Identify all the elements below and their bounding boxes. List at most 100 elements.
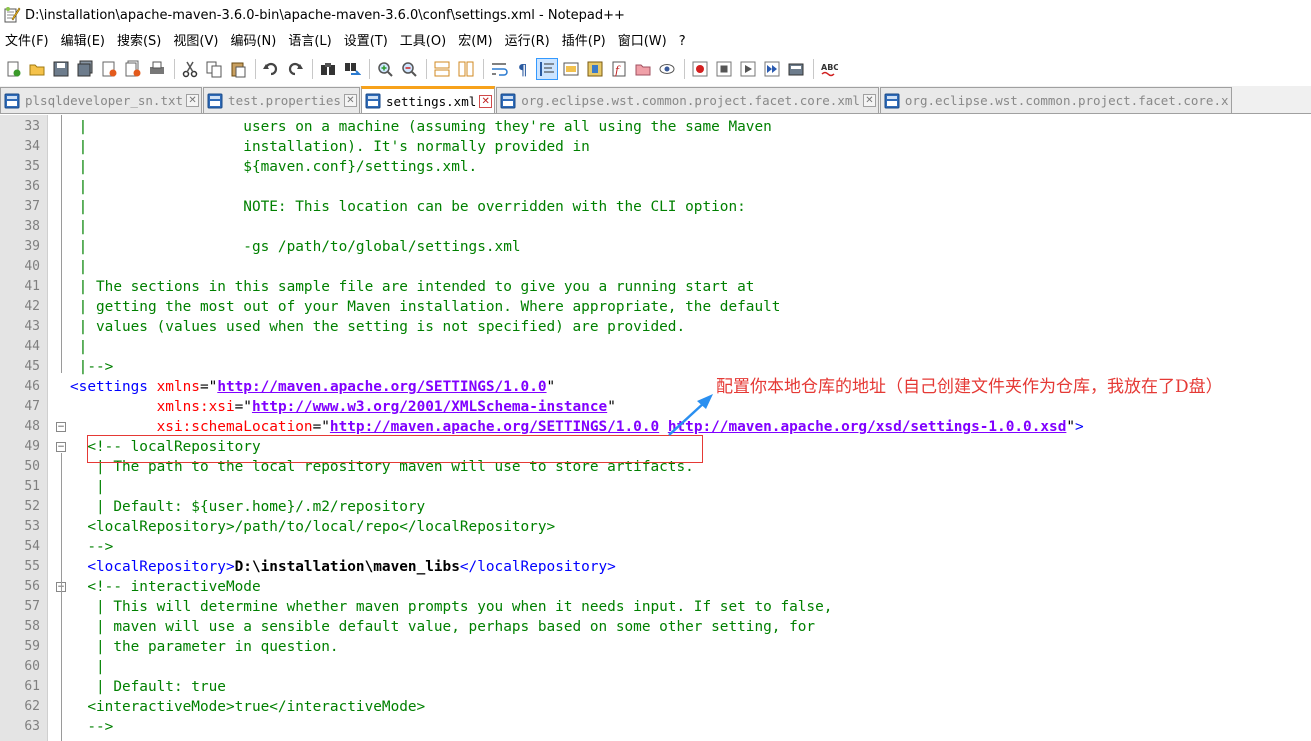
code-line[interactable]: 48− xsi:schemaLocation="http://maven.apa… xyxy=(0,417,1311,437)
indent-guide-icon[interactable] xyxy=(536,58,558,80)
menu-item-6[interactable]: 设置(T) xyxy=(339,30,395,54)
menu-item-4[interactable]: 编码(N) xyxy=(225,30,283,54)
code-token: <!-- interactiveMode xyxy=(70,579,261,595)
doc-map-icon[interactable] xyxy=(584,58,606,80)
spell-check-icon[interactable]: ABC xyxy=(818,58,840,80)
code-line[interactable]: 38 | xyxy=(0,217,1311,237)
menu-item-11[interactable]: 窗口(W) xyxy=(613,30,674,54)
line-number: 53 xyxy=(24,519,40,534)
code-line[interactable]: 62 <interactiveMode>true</interactiveMod… xyxy=(0,697,1311,717)
code-text: |--> xyxy=(70,357,114,377)
code-line[interactable]: 52 | Default: ${user.home}/.m2/repositor… xyxy=(0,497,1311,517)
save-icon[interactable] xyxy=(50,58,72,80)
code-line[interactable]: 58 | maven will use a sensible default v… xyxy=(0,617,1311,637)
record-macro-icon[interactable] xyxy=(689,58,711,80)
monitoring-icon[interactable] xyxy=(656,58,678,80)
code-line[interactable]: 34 | installation). It's normally provid… xyxy=(0,137,1311,157)
code-line[interactable]: 40 | xyxy=(0,257,1311,277)
code-line[interactable]: 47 xmlns:xsi="http://www.w3.org/2001/XML… xyxy=(0,397,1311,417)
code-line[interactable]: 56− <!-- interactiveMode xyxy=(0,577,1311,597)
line-number: 57 xyxy=(24,599,40,614)
save-macro-icon[interactable] xyxy=(785,58,807,80)
menu-item-1[interactable]: 编辑(E) xyxy=(56,30,112,54)
find-icon[interactable] xyxy=(317,58,339,80)
tab-2[interactable]: settings.xml ✕ xyxy=(360,86,496,113)
replace-icon[interactable] xyxy=(341,58,363,80)
folder-workspace-icon[interactable] xyxy=(632,58,654,80)
tab-0[interactable]: plsqldeveloper_sn.txt ✕ xyxy=(0,87,203,113)
menu-item-2[interactable]: 搜索(S) xyxy=(112,30,168,54)
code-line[interactable]: 43 | values (values used when the settin… xyxy=(0,317,1311,337)
annotation-arrow-icon xyxy=(668,394,713,436)
close-icon[interactable]: ✕ xyxy=(343,94,357,107)
code-line[interactable]: 37 | NOTE: This location can be overridd… xyxy=(0,197,1311,217)
code-line[interactable]: 63 --> xyxy=(0,717,1311,737)
sync-vertical-icon[interactable] xyxy=(431,58,453,80)
print-icon[interactable] xyxy=(146,58,168,80)
code-line[interactable]: 53 <localRepository>/path/to/local/repo<… xyxy=(0,517,1311,537)
code-token: <interactiveMode>true</interactiveMode> xyxy=(70,699,426,715)
editor[interactable]: 33 | users on a machine (assuming they'r… xyxy=(0,115,1311,741)
redo-icon[interactable] xyxy=(284,58,306,80)
show-all-chars-icon[interactable]: ¶ xyxy=(512,58,534,80)
new-file-icon[interactable] xyxy=(2,58,24,80)
close-icon[interactable]: ✕ xyxy=(479,94,493,108)
function-list-icon[interactable]: f xyxy=(608,58,630,80)
menu-item-10[interactable]: 插件(P) xyxy=(557,30,613,54)
paste-icon[interactable] xyxy=(227,58,249,80)
menu-item-3[interactable]: 视图(V) xyxy=(168,30,225,54)
code-line[interactable]: 54 --> xyxy=(0,537,1311,557)
code-line[interactable]: 33 | users on a machine (assuming they'r… xyxy=(0,117,1311,137)
close-icon[interactable]: ✕ xyxy=(186,94,200,107)
menu-item-7[interactable]: 工具(O) xyxy=(395,30,453,54)
save-all-icon[interactable] xyxy=(74,58,96,80)
line-number: 60 xyxy=(24,659,40,674)
tab-4[interactable]: org.eclipse.wst.common.project.facet.cor… xyxy=(879,87,1232,113)
menu-item-5[interactable]: 语言(L) xyxy=(283,30,338,54)
tab-label: org.eclipse.wst.common.project.facet.cor… xyxy=(904,93,1229,108)
sync-horizontal-icon[interactable] xyxy=(455,58,477,80)
close-icon[interactable]: ✕ xyxy=(862,94,876,107)
code-text: xmlns:xsi="http://www.w3.org/2001/XMLSch… xyxy=(70,397,616,417)
code-line[interactable]: 55 <localRepository>D:\installation\mave… xyxy=(0,557,1311,577)
code-token: | -gs /path/to/global/settings.xml xyxy=(70,239,521,255)
line-number: 61 xyxy=(24,679,40,694)
play-macro-icon[interactable] xyxy=(737,58,759,80)
open-file-icon[interactable] xyxy=(26,58,48,80)
line-number: 51 xyxy=(24,479,40,494)
close-icon[interactable] xyxy=(98,58,120,80)
copy-icon[interactable] xyxy=(203,58,225,80)
code-line[interactable]: 42 | getting the most out of your Maven … xyxy=(0,297,1311,317)
close-all-icon[interactable] xyxy=(122,58,144,80)
line-number: 43 xyxy=(24,319,40,334)
code-line[interactable]: 35 | ${maven.conf}/settings.xml. xyxy=(0,157,1311,177)
undo-icon[interactable] xyxy=(260,58,282,80)
tab-3[interactable]: org.eclipse.wst.common.project.facet.cor… xyxy=(496,87,879,113)
code-line[interactable]: 39 | -gs /path/to/global/settings.xml xyxy=(0,237,1311,257)
tab-1[interactable]: test.properties ✕ xyxy=(203,87,360,113)
fold-collapse-icon[interactable]: − xyxy=(56,442,66,452)
line-number: 63 xyxy=(24,719,40,734)
cut-icon[interactable] xyxy=(179,58,201,80)
menu-item-0[interactable]: 文件(F) xyxy=(0,30,56,54)
code-line[interactable]: 36 | xyxy=(0,177,1311,197)
fold-collapse-icon[interactable]: − xyxy=(56,422,66,432)
stop-macro-icon[interactable] xyxy=(713,58,735,80)
toolbar-separator xyxy=(483,59,484,79)
code-text: | users on a machine (assuming they're a… xyxy=(70,117,772,137)
udl-icon[interactable] xyxy=(560,58,582,80)
zoom-in-icon[interactable] xyxy=(374,58,396,80)
menu-item-9[interactable]: 运行(R) xyxy=(500,30,557,54)
menu-item-12[interactable]: ? xyxy=(674,30,693,54)
code-line[interactable]: 57 | This will determine whether maven p… xyxy=(0,597,1311,617)
menu-item-8[interactable]: 宏(M) xyxy=(453,30,499,54)
code-line[interactable]: 44 | xyxy=(0,337,1311,357)
run-macro-multiple-icon[interactable] xyxy=(761,58,783,80)
code-line[interactable]: 61 | Default: true xyxy=(0,677,1311,697)
word-wrap-icon[interactable] xyxy=(488,58,510,80)
code-line[interactable]: 59 | the parameter in question. xyxy=(0,637,1311,657)
zoom-out-icon[interactable] xyxy=(398,58,420,80)
code-line[interactable]: 51 | xyxy=(0,477,1311,497)
code-line[interactable]: 41 | The sections in this sample file ar… xyxy=(0,277,1311,297)
code-line[interactable]: 60 | xyxy=(0,657,1311,677)
